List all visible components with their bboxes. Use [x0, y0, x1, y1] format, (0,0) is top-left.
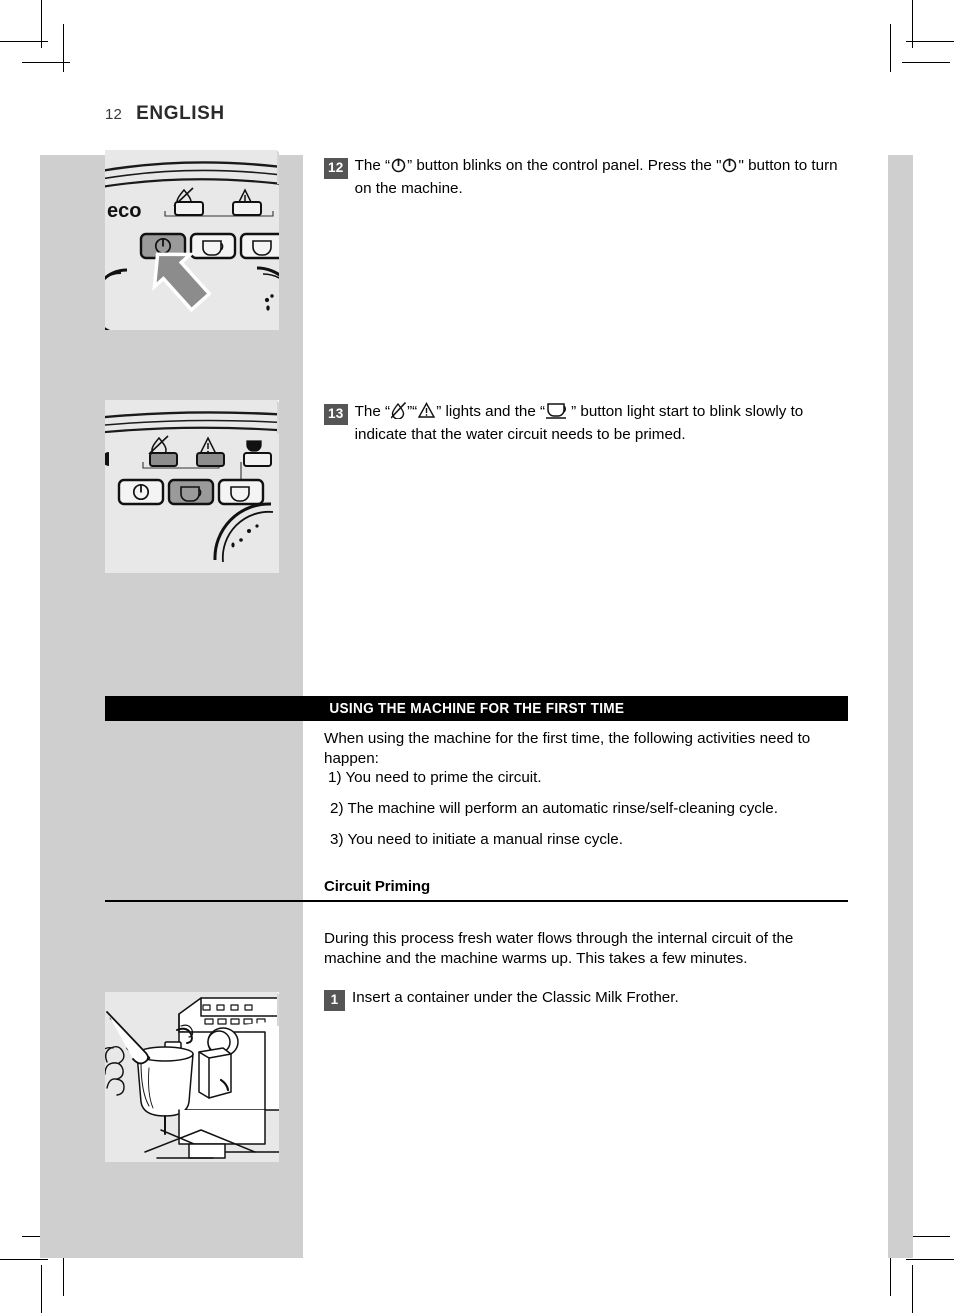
no-water-icon: [390, 401, 407, 425]
crop-mark-top-left-vertical: [41, 0, 42, 48]
list-item: 3) You need to initiate a manual rinse c…: [330, 831, 623, 848]
step-number-badge: 12: [324, 158, 348, 179]
power-icon: [391, 157, 406, 179]
step-13: 13 The “”“” lights and the “” button lig…: [324, 401, 848, 445]
step-priming-1: 1 Insert a container under the Classic M…: [324, 988, 848, 1011]
control-panel-blink-illustration: [105, 400, 279, 573]
crop-mark-top-right-horizontal: [906, 41, 954, 42]
crop-mark-bottom-right-vertical: [912, 1265, 913, 1313]
warning-triangle-icon: [418, 402, 436, 425]
step-12-text-part-2: ” button blinks on the control panel. Pr…: [407, 157, 722, 174]
right-grey-bar: [888, 155, 913, 1258]
section-intro-paragraph: When using the machine for the first tim…: [324, 730, 811, 768]
step-13-text-part-3: ” lights and the “: [436, 403, 546, 420]
svg-text:eco: eco: [107, 200, 141, 222]
subsection-title: Circuit Priming: [324, 878, 431, 895]
step-12-text-part-1: The “: [354, 157, 391, 174]
crop-mark-top-left-inner-vertical: [63, 24, 64, 72]
step-priming-1-text: Insert a container under the Classic Mil…: [352, 989, 679, 1006]
step-number-badge: 1: [324, 990, 345, 1011]
list-item: 2) The machine will perform an automatic…: [330, 800, 778, 817]
subsection-paragraph: During this process fresh water flows th…: [324, 930, 794, 968]
crop-mark-top-right-inner-horizontal: [902, 62, 950, 63]
page-number: 12: [105, 106, 123, 123]
step-12-text: The “ ” button blinks on the control pane…: [355, 156, 848, 199]
figure-notch-lower: [277, 150, 279, 184]
page-title: ENGLISH: [136, 103, 225, 124]
step-12: 12 The “ ” button blinks on the control p…: [324, 156, 848, 199]
figure-control-panel-power-button: eco: [105, 150, 279, 330]
section-header-bar: USING THE MACHINE FOR THE FIRST TIME: [105, 696, 848, 721]
list-item: 1) You need to prime the circuit.: [328, 769, 542, 786]
crop-mark-top-right-vertical: [912, 0, 913, 48]
figure-control-panel-blinking-lights: [105, 400, 279, 573]
figure-notch-lower: [277, 400, 279, 434]
power-icon: [722, 157, 737, 179]
crop-mark-bottom-right-horizontal: [906, 1259, 954, 1260]
crop-mark-top-right-inner-vertical: [890, 24, 891, 72]
figure-notch-lower: [277, 992, 279, 1026]
step-13-text-part-2: ”“: [407, 403, 418, 420]
milk-frother-illustration: [105, 992, 279, 1162]
step-number-badge: 13: [324, 404, 348, 425]
crop-mark-bottom-left-vertical: [41, 1265, 42, 1313]
step-13-text-part-1: The “: [354, 403, 391, 420]
subsection-rule: [105, 900, 848, 902]
control-panel-power-illustration: eco: [105, 150, 279, 330]
step-13-text: The “”“” lights and the “” button light …: [354, 401, 848, 445]
page-header: 12 ENGLISH: [105, 103, 225, 125]
espresso-cup-icon: [546, 402, 570, 425]
section-title: USING THE MACHINE FOR THE FIRST TIME: [329, 700, 624, 717]
crop-mark-bottom-left-horizontal: [0, 1259, 48, 1260]
figure-milk-frother-container: [105, 992, 279, 1162]
